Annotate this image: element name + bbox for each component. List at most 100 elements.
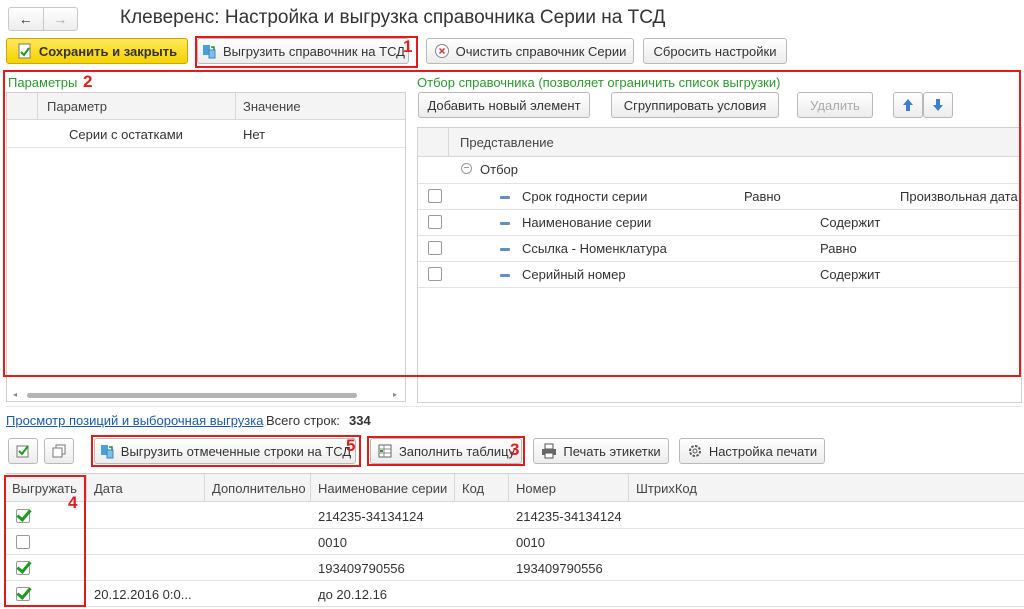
- filter-col-presentation: Представление: [460, 135, 554, 150]
- print-settings-label: Настройка печати: [708, 443, 818, 459]
- condition-icon: [500, 274, 510, 277]
- export-tsd-button[interactable]: Выгрузить справочник на ТСД: [197, 38, 409, 64]
- export-checkbox[interactable]: [16, 561, 30, 575]
- row-date: 20.12.2016 0:0...: [94, 587, 192, 602]
- filter-row-checkbox[interactable]: [428, 189, 442, 203]
- preview-link[interactable]: Просмотр позиций и выборочная выгрузка: [6, 413, 263, 428]
- reset-settings-button[interactable]: Сбросить настройки: [643, 38, 787, 64]
- condition-icon: [500, 248, 510, 251]
- preview-header: [6, 474, 1024, 502]
- clear-icon: [434, 43, 450, 59]
- filter-row-condition[interactable]: Равно: [744, 189, 781, 204]
- params-title: Параметры: [8, 75, 78, 90]
- filter-row-value[interactable]: Произвольная дата: [900, 189, 1018, 204]
- filter-row-name: Ссылка - Номенклатура: [522, 241, 667, 256]
- filter-row-name: Наименование серии: [522, 215, 652, 230]
- delete-button[interactable]: Удалить: [797, 92, 873, 118]
- filter-row-checkbox[interactable]: [428, 267, 442, 281]
- arrow-up-icon: [900, 97, 916, 113]
- nav-group: ← →: [8, 7, 78, 31]
- params-col-param: Параметр: [47, 99, 107, 114]
- page-title: Клеверенс: Настройка и выгрузка справочн…: [120, 7, 666, 28]
- reset-settings-label: Сбросить настройки: [653, 43, 777, 59]
- move-down-button[interactable]: [923, 92, 953, 118]
- back-button[interactable]: ←: [9, 8, 44, 30]
- save-doc-icon: [17, 43, 33, 59]
- filter-row-name: Серийный номер: [522, 267, 626, 282]
- total-rows-label: Всего строк:: [266, 413, 340, 428]
- condition-icon: [500, 196, 510, 199]
- params-col-value: Значение: [243, 99, 301, 114]
- filter-row-checkbox[interactable]: [428, 215, 442, 229]
- col-series-name: Наименование серии: [318, 481, 448, 496]
- clear-series-button[interactable]: Очистить справочник Серии: [426, 38, 634, 64]
- row-series-name: 193409790556: [318, 561, 405, 576]
- tsd-export-icon: [99, 443, 115, 459]
- clear-series-label: Очистить справочник Серии: [455, 43, 627, 59]
- tsd-export-icon: [201, 43, 217, 59]
- row-series-name: до 20.12.16: [318, 587, 388, 602]
- section-divider: [6, 406, 1022, 407]
- add-element-button[interactable]: Добавить новый элемент: [418, 92, 590, 118]
- print-labels-label: Печать этикетки: [563, 443, 661, 459]
- preview-table: Выгружать Дата Дополнительно Наименовани…: [6, 473, 1024, 609]
- export-tsd-label: Выгрузить справочник на ТСД: [223, 43, 405, 59]
- uncheck-all-button[interactable]: [44, 438, 74, 464]
- annotation-number-4: 4: [68, 493, 78, 512]
- filter-table: Представление − Отбор Срок годности сери…: [417, 127, 1022, 403]
- group-conditions-button[interactable]: Сгруппировать условия: [611, 92, 779, 118]
- row-series-name: 214235-34134124: [318, 509, 424, 524]
- gear-icon: [687, 443, 703, 459]
- print-settings-button[interactable]: Настройка печати: [679, 438, 825, 464]
- scroll-right-icon[interactable]: ▸: [393, 390, 397, 399]
- save-close-button[interactable]: Сохранить и закрыть: [6, 38, 188, 64]
- group-conditions-label: Сгруппировать условия: [623, 97, 767, 113]
- export-checkbox[interactable]: [16, 587, 30, 601]
- filter-row-condition[interactable]: Равно: [820, 241, 857, 256]
- condition-icon: [500, 222, 510, 225]
- fill-table-label: Заполнить таблицу: [398, 443, 516, 459]
- annotation-number-5: 5: [346, 436, 356, 455]
- check-all-button[interactable]: [8, 438, 38, 464]
- export-marked-button[interactable]: Выгрузить отмеченные строки на ТСД: [94, 438, 356, 464]
- move-up-button[interactable]: [893, 92, 923, 118]
- row-number: 0010: [516, 535, 545, 550]
- params-row-value[interactable]: Нет: [243, 127, 265, 142]
- export-checkbox[interactable]: [16, 535, 30, 549]
- row-number: 193409790556: [516, 561, 603, 576]
- annotation-number-2: 2: [83, 72, 93, 91]
- filter-row-name: Срок годности серии: [522, 189, 648, 204]
- fill-table-button[interactable]: Заполнить таблицу: [370, 438, 522, 464]
- save-close-label: Сохранить и закрыть: [38, 43, 178, 59]
- col-number: Номер: [516, 481, 557, 496]
- col-extra: Дополнительно: [212, 481, 306, 496]
- filter-row-checkbox[interactable]: [428, 241, 442, 255]
- arrow-down-icon: [930, 97, 946, 113]
- check-all-icon: [15, 443, 31, 459]
- delete-label: Удалить: [810, 97, 860, 113]
- forward-button[interactable]: →: [44, 8, 78, 30]
- row-series-name: 0010: [318, 535, 347, 550]
- annotation-number-3: 3: [510, 440, 520, 459]
- filter-title: Отбор справочника (позволяет ограничить …: [417, 75, 781, 90]
- export-checkbox[interactable]: [16, 509, 30, 523]
- col-code: Код: [462, 481, 485, 496]
- col-date: Дата: [94, 481, 123, 496]
- fill-table-icon: [377, 443, 393, 459]
- filter-row-condition[interactable]: Содержит: [820, 267, 880, 282]
- print-labels-button[interactable]: Печать этикетки: [533, 438, 669, 464]
- params-row-param: Серии с остатками: [69, 127, 183, 142]
- total-rows-value: 334: [349, 413, 371, 428]
- uncheck-all-icon: [51, 443, 67, 459]
- scroll-left-icon[interactable]: ◂: [13, 390, 17, 399]
- printer-icon: [541, 443, 557, 459]
- filter-group-label: Отбор: [480, 162, 518, 177]
- params-hscrollbar[interactable]: [27, 393, 357, 398]
- params-table: Параметр Значение Серии с остатками Нет …: [6, 92, 406, 402]
- filter-row-condition[interactable]: Содержит: [820, 215, 880, 230]
- add-element-label: Добавить новый элемент: [427, 97, 581, 113]
- col-barcode: ШтрихКод: [636, 481, 697, 496]
- collapse-icon[interactable]: −: [461, 163, 472, 174]
- row-number: 214235-34134124: [516, 509, 622, 524]
- annotation-number-1: 1: [403, 37, 413, 56]
